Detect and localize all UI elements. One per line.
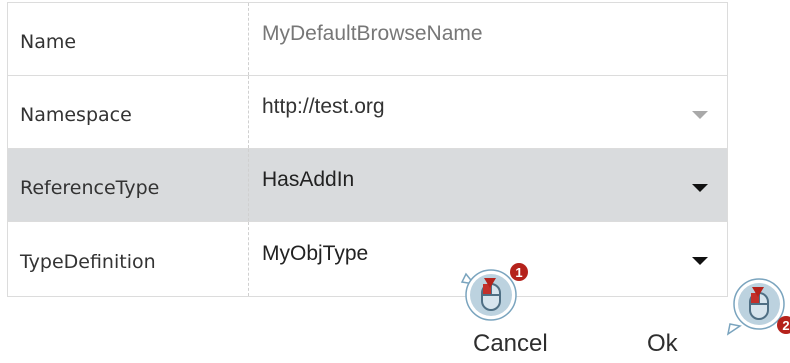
field-row-referencetype[interactable]: ReferenceType HasAddIn xyxy=(8,149,727,222)
column-divider xyxy=(248,149,249,221)
referencetype-dropdown[interactable]: HasAddIn xyxy=(262,149,354,221)
column-divider xyxy=(248,3,249,75)
mouse-click-icon xyxy=(726,278,785,336)
field-row-name[interactable]: Name MyDefaultBrowseName xyxy=(8,3,727,76)
typedefinition-dropdown[interactable]: MyObjType xyxy=(262,222,368,296)
namespace-dropdown[interactable]: http://test.org xyxy=(262,76,385,148)
step-marker-2: 2 xyxy=(726,278,790,336)
step-number: 1 xyxy=(515,265,522,280)
chevron-down-icon[interactable] xyxy=(692,184,708,192)
field-row-typedefinition[interactable]: TypeDefinition MyObjType xyxy=(8,222,727,296)
mouse-click-icon xyxy=(460,269,517,321)
field-row-namespace[interactable]: Namespace http://test.org xyxy=(8,76,727,149)
column-divider xyxy=(248,76,249,148)
properties-grid: Name MyDefaultBrowseName Namespace http:… xyxy=(7,2,728,297)
step-number: 2 xyxy=(782,318,789,333)
column-divider xyxy=(248,222,249,296)
properties-dialog: Name MyDefaultBrowseName Namespace http:… xyxy=(7,2,728,297)
name-input[interactable]: MyDefaultBrowseName xyxy=(262,3,483,75)
chevron-down-icon[interactable] xyxy=(692,257,708,265)
ok-button[interactable]: Ok xyxy=(647,330,678,358)
chevron-down-icon[interactable] xyxy=(692,111,708,119)
cancel-button[interactable]: Cancel xyxy=(473,330,548,358)
step-marker-1: 1 xyxy=(460,263,528,321)
field-label: Namespace xyxy=(20,104,132,126)
field-label: ReferenceType xyxy=(20,177,160,199)
field-label: TypeDefinition xyxy=(20,251,156,273)
field-label: Name xyxy=(20,31,77,53)
